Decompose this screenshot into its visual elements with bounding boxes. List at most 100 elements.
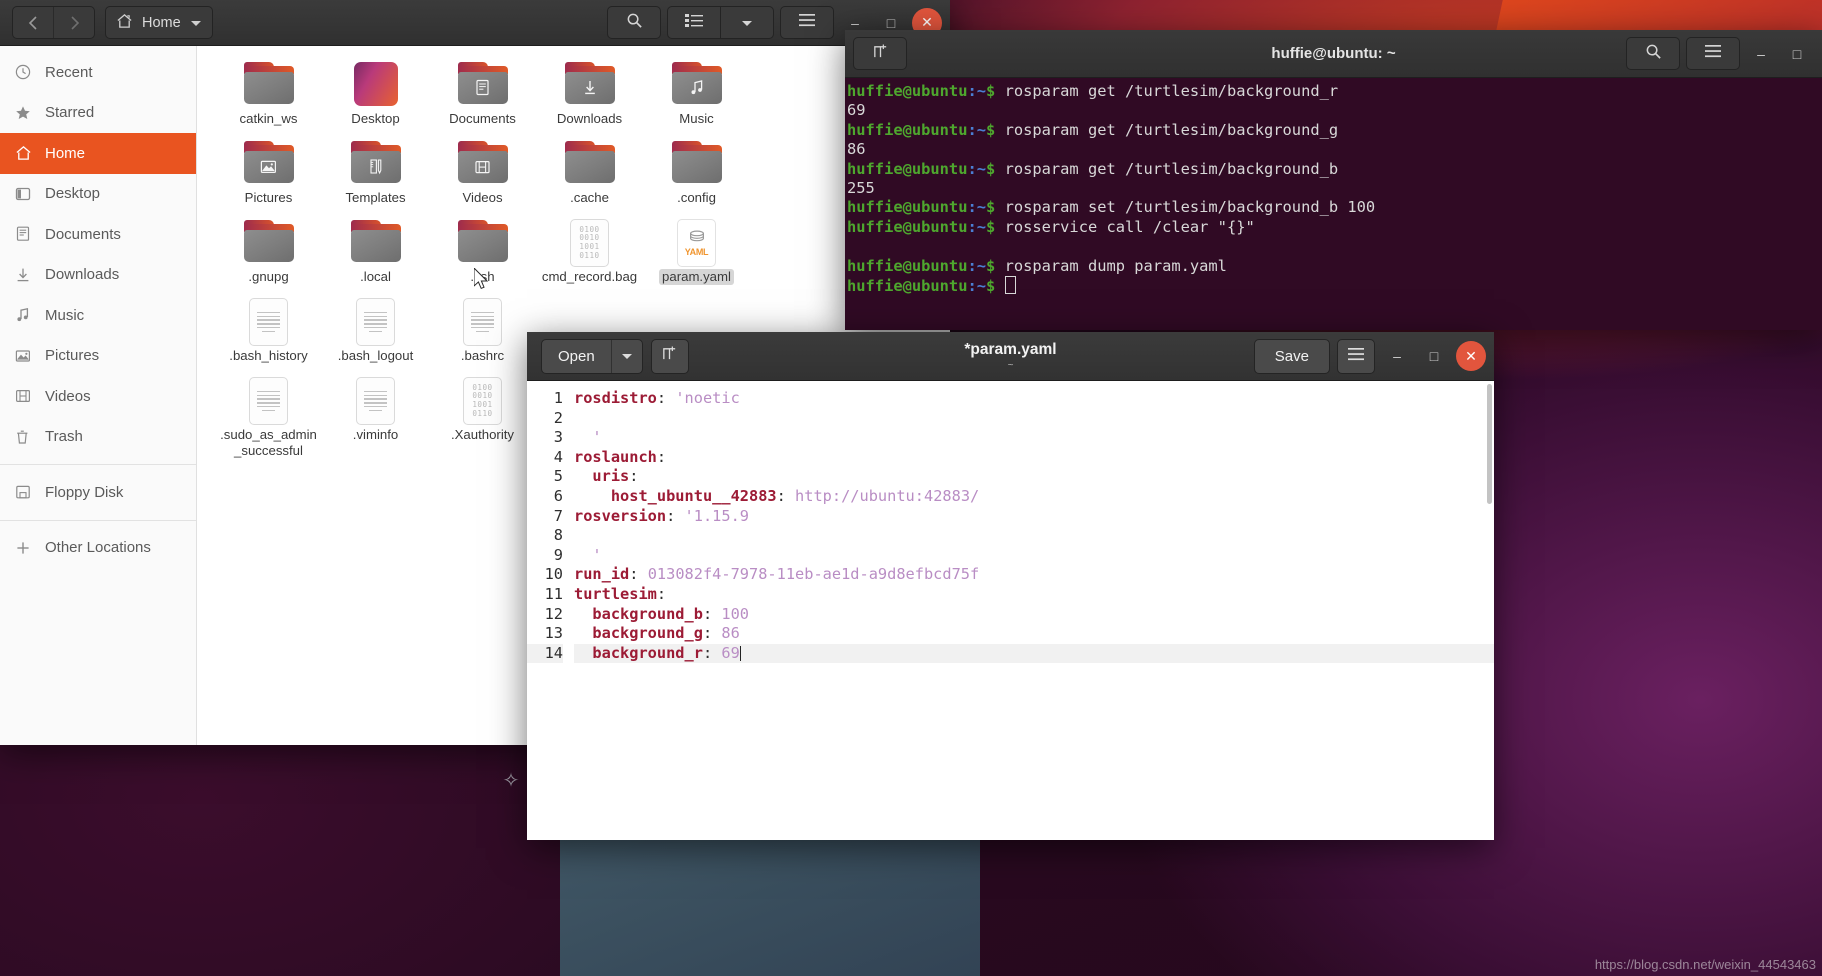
sidebar-item-other-locations[interactable]: Other Locations (0, 528, 196, 569)
code-separator: : (656, 447, 667, 466)
file-item-catkin-ws[interactable]: catkin_ws (215, 58, 322, 137)
file-label: .bash_logout (337, 348, 414, 363)
code-key: background_r (592, 643, 703, 662)
folder-icon (563, 60, 617, 108)
list-view-button[interactable] (667, 6, 720, 39)
trash-icon (14, 428, 32, 446)
sidebar-item-downloads[interactable]: Downloads (0, 255, 196, 296)
sidebar-item-documents[interactable]: Documents (0, 214, 196, 255)
sidebar-label: Other Locations (45, 539, 151, 557)
sidebar-item-pictures[interactable]: Pictures (0, 336, 196, 377)
sidebar-item-home[interactable]: Home (0, 133, 196, 174)
code-separator: : (629, 565, 648, 584)
save-button[interactable]: Save (1253, 338, 1330, 374)
code-key: uris (592, 467, 630, 486)
terminal-new-tab-button[interactable] (853, 37, 907, 70)
folder-icon (456, 218, 510, 266)
gedit-code-line: turtlesim: (574, 585, 1494, 605)
gedit-code-area[interactable]: rosdistro: 'noetic ' roslaunch: uris: hos… (568, 381, 1494, 840)
terminal-command: rosparam get /turtlesim/background_b (1004, 159, 1339, 178)
gedit-code-line: background_g: 86 (574, 624, 1494, 644)
file-label: .bash_history (229, 348, 308, 363)
file-item-gnupg[interactable]: .gnupg (215, 216, 322, 295)
code-value: '1.15.9 (684, 506, 749, 525)
gedit-line-number: 2 (553, 408, 563, 427)
sidebar-item-recent[interactable]: Recent (0, 52, 196, 93)
file-item-templates[interactable]: Templates (322, 137, 429, 216)
sidebar-item-trash[interactable]: Trash (0, 417, 196, 458)
terminal-maximize-button[interactable]: □ (1782, 39, 1812, 69)
file-item-viminfo[interactable]: .viminfo (322, 374, 429, 453)
view-options-button[interactable] (720, 6, 774, 39)
file-item-bashrc[interactable]: .bashrc (429, 295, 536, 374)
file-item-cmd-record-bag[interactable]: 0100 0010 1001 0110 cmd_record.bag (536, 216, 643, 295)
file-item-documents[interactable]: Documents (429, 58, 536, 137)
watermark-text: https://blog.csdn.net/weixin_44543463 (1594, 957, 1816, 972)
gedit-editor[interactable]: 1 2 3 4 5 6 7 8 9 10 11 12 13 14 rosdistro: 'noetic '… (527, 381, 1494, 840)
terminal-line: huffie@ubuntu:~$ rosparam get /turtlesim… (847, 82, 1814, 101)
gedit-menu-button[interactable] (1337, 338, 1375, 374)
gedit-line-number: 13 (544, 624, 563, 643)
terminal-command: rosparam get /turtlesim/background_g (1004, 120, 1339, 139)
terminal-output-text: 255 (847, 179, 875, 198)
files-menu-button[interactable] (780, 6, 834, 39)
forward-button[interactable] (53, 7, 94, 38)
file-label: Music (679, 111, 714, 126)
gedit-code-line (574, 526, 1494, 546)
terminal-prompt-user: huffie@ubuntu (847, 120, 968, 139)
view-mode-group (667, 6, 774, 39)
file-item-local[interactable]: .local (322, 216, 429, 295)
file-label: .Xauthority (450, 427, 515, 442)
gedit-line-number: 10 (544, 565, 563, 584)
gedit-maximize-button[interactable]: □ (1419, 341, 1449, 371)
open-dropdown-button[interactable] (610, 339, 642, 373)
sidebar-item-videos[interactable]: Videos (0, 376, 196, 417)
search-button[interactable] (607, 6, 661, 39)
file-item-bash-history[interactable]: .bash_history (215, 295, 322, 374)
file-item-bash-logout[interactable]: .bash_logout (322, 295, 429, 374)
gedit-new-tab-button[interactable] (650, 338, 689, 374)
file-item-desktop[interactable]: Desktop (322, 58, 429, 137)
terminal-output-text: 86 (847, 140, 866, 159)
terminal-menu-button[interactable] (1686, 37, 1740, 70)
file-item-xauthority[interactable]: 0100 0010 1001 0110 .Xauthority (429, 374, 536, 453)
sidebar-item-music[interactable]: Music (0, 295, 196, 336)
gedit-close-button[interactable]: ✕ (1456, 341, 1486, 371)
code-separator: : (656, 584, 667, 603)
gedit-code-line: run_id: 013082f4-7978-11eb-ae1d-a9d8efbc… (574, 565, 1494, 585)
terminal-prompt-dollar: $ (986, 82, 1005, 100)
gedit-line-number: 7 (553, 506, 563, 525)
file-item-param-yaml[interactable]: YAML param.yaml (643, 216, 750, 295)
file-item-music[interactable]: Music (643, 58, 750, 137)
file-item-cache[interactable]: .cache (536, 137, 643, 216)
file-item-pictures[interactable]: Pictures (215, 137, 322, 216)
back-button[interactable] (13, 7, 53, 38)
file-item-config[interactable]: .config (643, 137, 750, 216)
sidebar-label: Downloads (45, 266, 120, 284)
file-item-downloads[interactable]: Downloads (536, 58, 643, 137)
file-label: .config (677, 190, 716, 205)
file-label: .local (360, 269, 391, 284)
terminal-minimize-button[interactable]: – (1746, 39, 1776, 69)
file-label: catkin_ws (239, 111, 298, 126)
open-button[interactable]: Open (542, 340, 611, 373)
sidebar-item-floppy-disk[interactable]: Floppy Disk (0, 472, 196, 513)
new-tab-icon (661, 345, 678, 367)
sidebar-item-starred[interactable]: Starred (0, 93, 196, 134)
file-item-sudo-as-admin-successful[interactable]: .sudo_as_admin_successful (215, 374, 322, 458)
file-item-videos[interactable]: Videos (429, 137, 536, 216)
gedit-code-line: ' (574, 546, 1494, 566)
gedit-minimize-button[interactable]: – (1382, 341, 1412, 371)
sidebar-item-desktop[interactable]: Desktop (0, 174, 196, 215)
gedit-line-number: 1 (553, 389, 563, 407)
terminal-command: rosparam dump param.yaml (1004, 256, 1227, 275)
terminal-output[interactable]: huffie@ubuntu:~$ rosparam get /turtlesim… (845, 78, 1822, 330)
code-separator: : (702, 604, 722, 623)
gedit-scrollbar[interactable] (1487, 384, 1492, 504)
desktop-screen: ✧ Home – □ ✕ Recent Starred Home Desktop… (0, 0, 1822, 976)
terminal-search-button[interactable] (1626, 37, 1680, 70)
file-item-ssh[interactable]: .ssh (429, 216, 536, 295)
path-bar-home[interactable]: Home (105, 6, 213, 39)
